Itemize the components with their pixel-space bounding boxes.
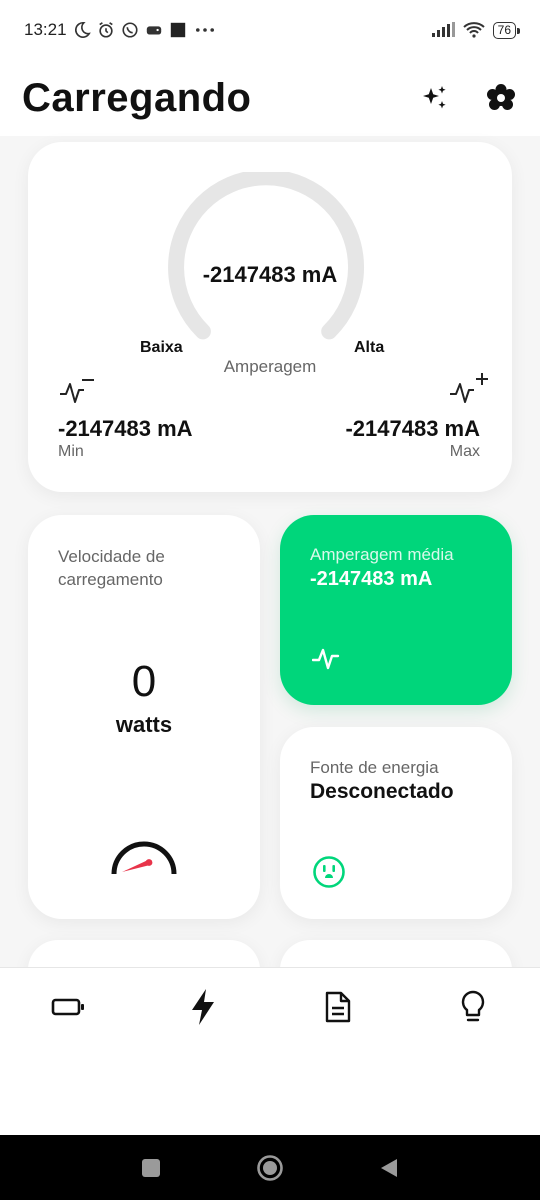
- power-outlet-icon: [313, 856, 345, 888]
- status-bar: 13:21 76: [0, 0, 540, 60]
- max-amperage-value: -2147483 mA: [345, 416, 480, 441]
- power-source-card[interactable]: Fonte de energia Desconectado: [280, 727, 512, 919]
- signal-icon: [431, 22, 455, 37]
- battery-icon: 76: [492, 21, 521, 39]
- game-icon: [146, 26, 161, 35]
- wifi-icon: [462, 22, 485, 38]
- bolt-icon: [191, 989, 214, 1025]
- nav-battery[interactable]: [0, 968, 135, 1046]
- document-icon: [325, 991, 350, 1023]
- amperage-card: -2147483 mA Baixa Alta Amperagem -214748…: [28, 142, 512, 492]
- settings-button[interactable]: [484, 81, 518, 115]
- charging-speed-title: Velocidade de carregamento: [58, 547, 165, 589]
- charging-speed-card[interactable]: Velocidade de carregamento 0 watts: [28, 515, 260, 919]
- charging-speed-unit: watts: [115, 712, 173, 737]
- power-source-title: Fonte de energia: [310, 758, 439, 777]
- amperage-gauge: [168, 172, 365, 340]
- settings-icon: [487, 84, 515, 110]
- nav-tips[interactable]: [405, 968, 540, 1046]
- max-amperage-label: Max: [449, 443, 480, 460]
- gauge-caption: Amperagem: [223, 357, 317, 376]
- whatsapp-icon: [121, 22, 138, 38]
- speedometer-icon: [111, 841, 177, 875]
- recent-apps-button[interactable]: [140, 1157, 162, 1179]
- charging-speed-value: 0: [131, 657, 157, 706]
- more-dots-icon: [195, 28, 214, 32]
- app-header: Carregando: [0, 60, 540, 136]
- average-amperage-card[interactable]: Amperagem média -2147483 mA: [280, 515, 512, 705]
- gauge-high-label: Alta: [354, 339, 385, 356]
- page-title: Carregando: [22, 75, 252, 120]
- min-amperage-value: -2147483 mA: [58, 416, 193, 441]
- lightbulb-icon: [461, 990, 484, 1022]
- pulse-plus-icon: [450, 373, 488, 403]
- home-button[interactable]: [256, 1154, 284, 1182]
- power-source-value: Desconectado: [310, 780, 454, 803]
- battery-icon: [51, 998, 84, 1016]
- average-amperage-value: -2147483 mA: [310, 568, 433, 590]
- sparkles-icon: [423, 86, 446, 109]
- gauge-low-label: Baixa: [140, 339, 183, 356]
- system-nav-bar: [0, 1135, 540, 1200]
- nav-charging[interactable]: [135, 968, 270, 1046]
- moon-icon: [74, 21, 91, 38]
- pulse-icon: [312, 648, 340, 670]
- average-amperage-title: Amperagem média: [310, 545, 454, 564]
- square-icon: [170, 22, 185, 38]
- status-time: 13:21: [24, 20, 67, 39]
- sparkles-button[interactable]: [418, 81, 452, 115]
- pulse-minus-icon: [60, 379, 94, 403]
- bottom-nav: [0, 967, 540, 1135]
- min-amperage-label: Min: [58, 443, 84, 460]
- nav-report[interactable]: [270, 968, 405, 1046]
- alarm-icon: [98, 22, 113, 38]
- back-button[interactable]: [378, 1157, 400, 1179]
- amperage-current-value: -2147483 mA: [202, 262, 338, 287]
